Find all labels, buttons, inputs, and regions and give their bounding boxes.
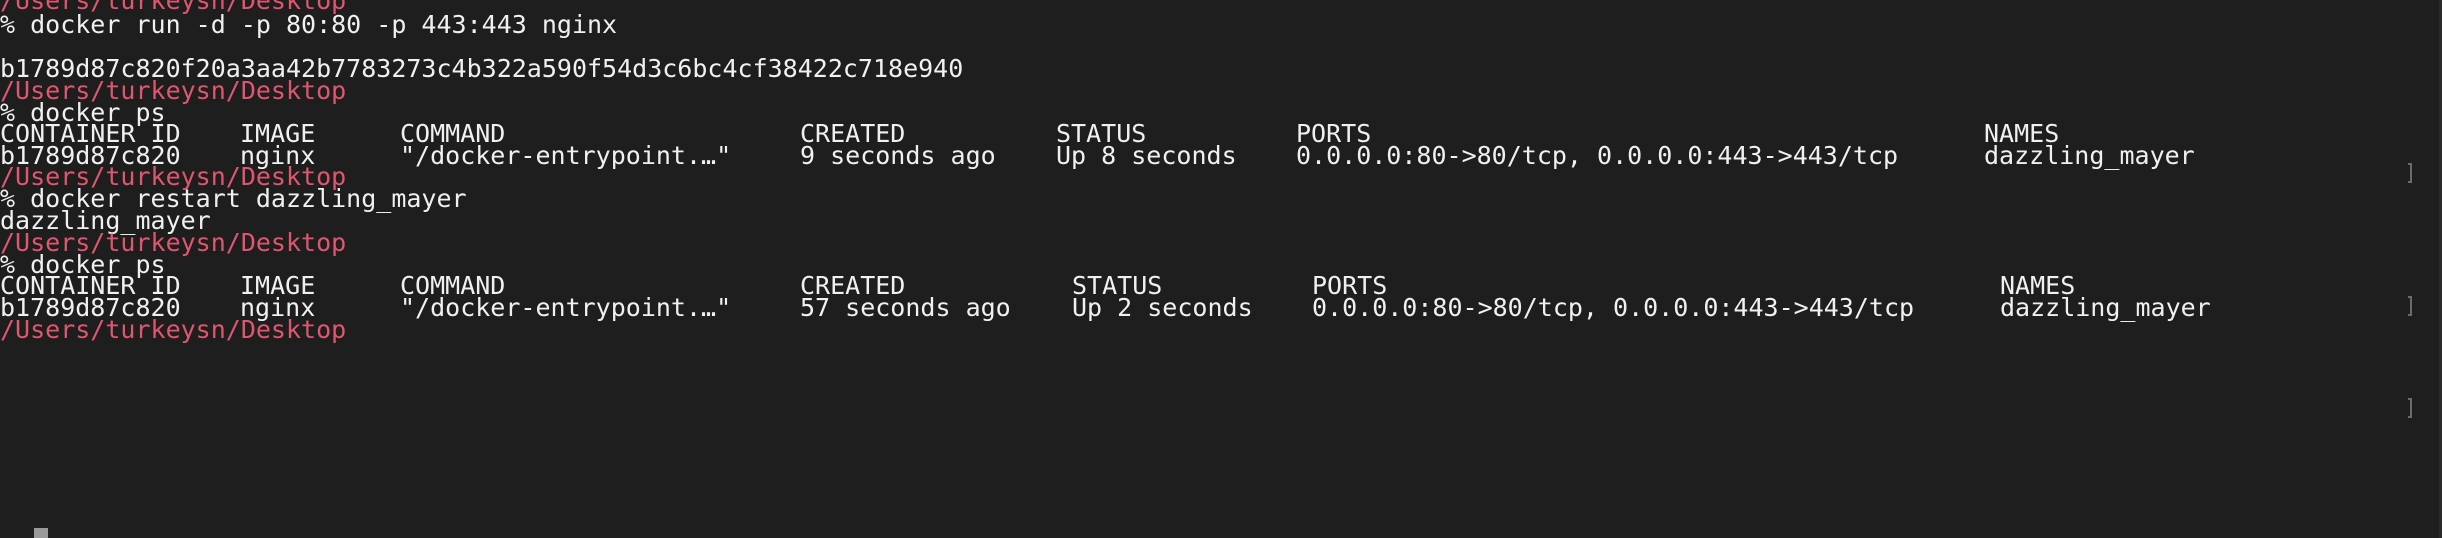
command-line: % docker run -d -p 80:80 -p 443:443 ngin… (0, 10, 618, 39)
cell-status: Up 8 seconds (1056, 141, 1237, 170)
cell-ports: 0.0.0.0:80->80/tcp, 0.0.0.0:443->443/tcp (1312, 293, 1915, 322)
scroll-mark (2408, 163, 2412, 183)
ps-table-row: b1789d87c820 nginx "/docker-entrypoint.…… (0, 139, 2442, 173)
cell-status: Up 2 seconds (1072, 293, 1253, 322)
cell-created: 57 seconds ago (800, 293, 1011, 322)
prompt-path: /Users/turkeysn/Desktop (0, 315, 347, 344)
terminal-window[interactable]: /Users/turkeysn/Desktop % docker run -d … (0, 0, 2442, 538)
cell-created: 9 seconds ago (800, 141, 996, 170)
scroll-mark (2408, 296, 2412, 316)
cell-ports: 0.0.0.0:80->80/tcp, 0.0.0.0:443->443/tcp (1296, 141, 1899, 170)
cell-names: dazzling_mayer (2000, 293, 2211, 322)
cell-names: dazzling_mayer (1984, 141, 2195, 170)
ps-table-row: b1789d87c820 nginx "/docker-entrypoint.…… (0, 291, 2442, 325)
cell-command: "/docker-entrypoint.…" (400, 293, 732, 322)
scroll-mark (2408, 398, 2412, 418)
cell-command: "/docker-entrypoint.…" (400, 141, 732, 170)
text-cursor (34, 528, 48, 538)
